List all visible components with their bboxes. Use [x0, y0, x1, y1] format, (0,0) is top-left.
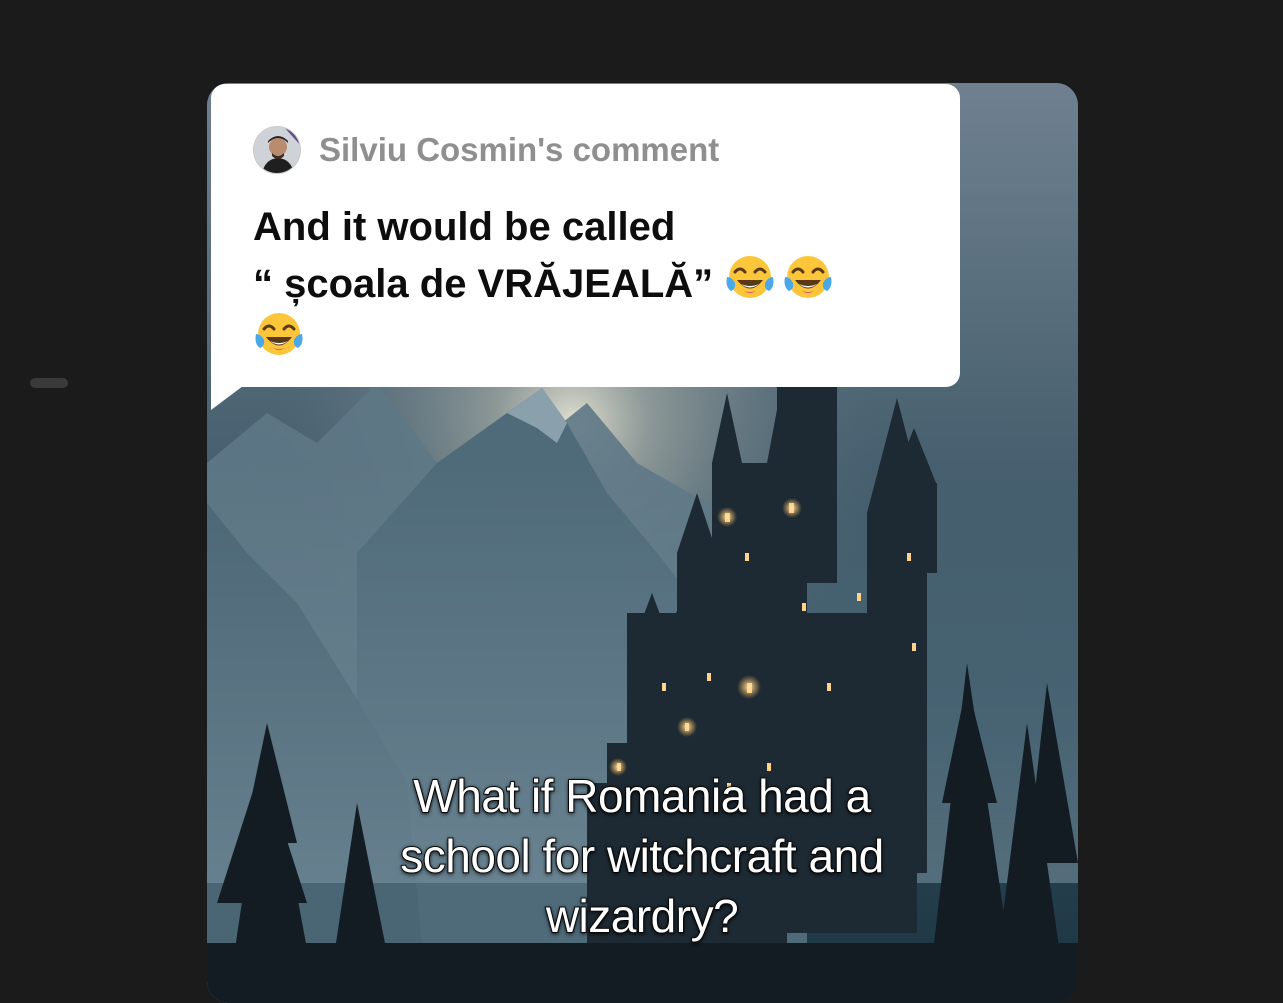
comment-author-label: Silviu Cosmin's comment: [319, 131, 720, 168]
drag-handle[interactable]: [30, 378, 68, 388]
user-avatar-icon: [254, 127, 300, 173]
comment-text: And it would be called “ școala de VRĂJE…: [253, 201, 933, 367]
tears-of-joy-emoji-icon: [253, 310, 305, 362]
caption-line-3: wizardry?: [545, 889, 740, 943]
tears-of-joy-emoji-icon: [724, 253, 776, 305]
comment-line-2-text: “ școala de VRĂJEALĂ”: [253, 262, 714, 306]
comment-line-2: “ școala de VRĂJEALĂ”: [253, 253, 933, 310]
reply-comment-bubble[interactable]: Silviu Cosmin's comment And it would be …: [211, 84, 960, 387]
caption-line-1: What if Romania had a: [412, 769, 872, 823]
caption-line-2: school for witchcraft and: [399, 829, 885, 883]
comment-line-3: [253, 310, 933, 367]
video-caption: What if Romania had a school for witchcr…: [242, 766, 1042, 946]
comment-line-1: And it would be called: [253, 205, 676, 249]
avatar[interactable]: [253, 126, 301, 174]
bubble-tail: [211, 386, 243, 410]
tears-of-joy-emoji-icon: [782, 253, 834, 305]
